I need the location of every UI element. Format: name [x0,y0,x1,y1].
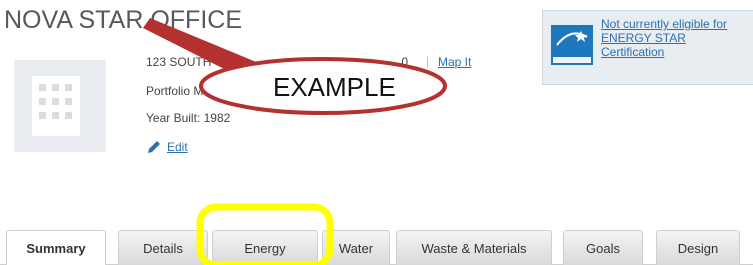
building-address: 123 SOUTH 0 [146,55,409,69]
building-icon [32,76,80,136]
tab-summary[interactable]: Summary [6,230,106,265]
pencil-icon [148,141,160,153]
page-title: NOVA STAR OFFICE [4,6,242,34]
energy-star-logo-icon [551,25,593,65]
tab-details[interactable]: Details [118,230,208,265]
year-built: Year Built: 1982 [146,111,231,125]
example-annotation-label: EXAMPLE [273,72,396,102]
tab-energy[interactable]: Energy [212,230,318,265]
energy-star-eligibility-link[interactable]: Not currently eligible for ENERGY STAR C… [601,17,753,59]
tab-design[interactable]: Design [656,230,740,265]
building-photo-placeholder [14,60,106,152]
energy-star-status-panel: Not currently eligible for ENERGY STAR C… [542,10,753,85]
map-it-link[interactable]: Map It [438,55,471,69]
portfolio-manager-label: Portfolio Man [146,84,217,98]
separator: | [426,54,430,68]
edit-link[interactable]: Edit [167,140,188,154]
tab-bar: Summary Details Energy Water Waste & Mat… [0,230,753,265]
tab-water[interactable]: Water [322,230,390,265]
edit-button[interactable]: Edit [146,139,188,155]
tab-waste-materials[interactable]: Waste & Materials [396,230,552,265]
tab-goals[interactable]: Goals [563,230,643,265]
